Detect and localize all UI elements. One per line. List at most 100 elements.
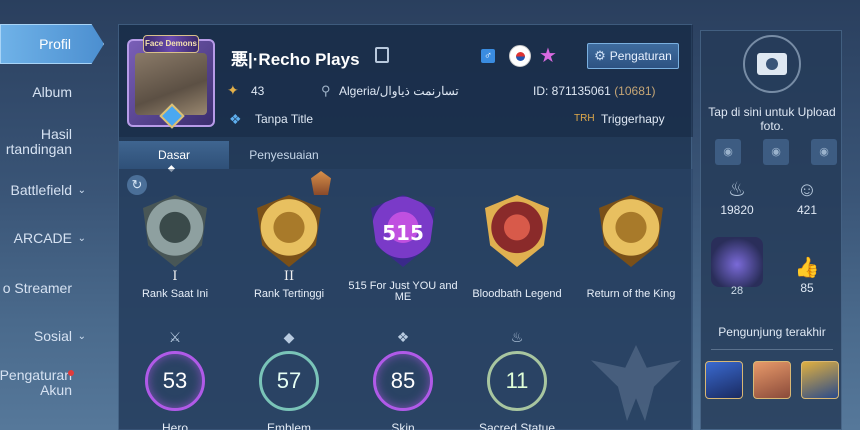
player-location: Algeria/تسارنمت ذياوال bbox=[339, 84, 459, 98]
flag-icon bbox=[509, 45, 531, 67]
sidebar-item-label: Hasil rtandingan bbox=[5, 126, 72, 157]
title-icon: ❖ bbox=[229, 111, 242, 127]
stat-sacred-statue[interactable]: ♨ 11 Sacred Statue bbox=[461, 327, 573, 430]
sidebar-item-hasil-pertandingan[interactable]: Hasil rtandingan bbox=[0, 124, 104, 160]
trh-label: TRH bbox=[574, 113, 595, 124]
settings-button[interactable]: ⚙ Pengaturan bbox=[587, 43, 679, 69]
thumbs-up-icon: 👍 bbox=[794, 257, 820, 279]
camera-icon: ◉ bbox=[723, 146, 733, 158]
star-icon: ★ bbox=[539, 45, 557, 67]
skin-icon: ❖ bbox=[396, 329, 410, 345]
stat-value: 11 bbox=[487, 351, 547, 411]
tab-dasar[interactable]: Dasar bbox=[119, 141, 229, 169]
tab-penyesuaian[interactable]: Penyesuaian bbox=[229, 141, 339, 169]
chevron-down-icon: ⌄ bbox=[77, 232, 86, 244]
rank-tier: II bbox=[283, 269, 295, 284]
stat-label: Sacred Statue bbox=[478, 421, 556, 430]
upload-hint: Tap di sini untuk Upload foto. bbox=[708, 105, 836, 133]
sidebar-item-arcade[interactable]: ARCADE ⌄ bbox=[0, 218, 104, 258]
stat-emblem[interactable]: ◆ 57 Emblem bbox=[233, 327, 345, 430]
copy-icon[interactable] bbox=[375, 47, 389, 63]
rank-emblem-icon bbox=[257, 195, 321, 271]
sidebar-item-label: Profil bbox=[39, 35, 71, 52]
avatar-frame-badge: Face Demons bbox=[143, 35, 199, 53]
chevron-down-icon: ⌄ bbox=[77, 330, 86, 342]
settings-label: Pengaturan bbox=[609, 49, 672, 63]
profile-panel: Face Demons 悪|·Recho Plays ♂ ★ ⚙ Pengatu… bbox=[118, 24, 693, 430]
sidebar-item-profil[interactable]: Profil bbox=[0, 24, 104, 64]
stat-label: Skin bbox=[391, 421, 415, 430]
camera-icon bbox=[757, 53, 787, 75]
followers-icon: ☺ bbox=[796, 179, 818, 201]
upload-photo-area[interactable]: Tap di sini untuk Upload foto. bbox=[701, 31, 843, 135]
sidebar-item-streamer[interactable]: o Streamer bbox=[0, 268, 104, 308]
followers-value: 421 bbox=[796, 203, 818, 217]
rank-indicator-icon bbox=[311, 171, 331, 195]
medal-caption: Bloodbath Legend bbox=[472, 288, 562, 300]
camera-icon: ◉ bbox=[771, 146, 781, 158]
stat-label: Emblem bbox=[266, 421, 311, 430]
visitor-avatar[interactable] bbox=[753, 361, 791, 399]
sidebar-item-sosial[interactable]: Sosial ⌄ bbox=[0, 316, 104, 356]
pet-avatar[interactable] bbox=[711, 237, 763, 287]
popularity-stat[interactable]: ♨ 19820 bbox=[707, 177, 767, 217]
avatar[interactable]: Face Demons bbox=[127, 35, 215, 129]
popularity-value: 19820 bbox=[720, 203, 754, 217]
sidebar-item-album[interactable]: Album bbox=[0, 72, 104, 112]
player-name: 悪|·Recho Plays bbox=[231, 50, 360, 69]
player-zone: (10681) bbox=[614, 84, 656, 98]
recent-visitors-title: Pengunjung terakhir bbox=[718, 325, 826, 339]
camera-icon: ◉ bbox=[819, 146, 829, 158]
photo-slot[interactable]: ◉ bbox=[763, 139, 789, 165]
likes-stat[interactable]: 👍 85 bbox=[777, 255, 837, 295]
medal-515[interactable]: 515 515 For Just YOU and ME bbox=[347, 195, 459, 315]
chevron-down-icon: ⌄ bbox=[77, 184, 86, 196]
medal-bloodbath-legend[interactable]: Bloodbath Legend bbox=[461, 195, 573, 315]
player-title[interactable]: Tanpa Title bbox=[255, 112, 313, 126]
stat-label: Hero bbox=[161, 421, 188, 430]
stat-skin[interactable]: ❖ 85 Skin bbox=[347, 327, 459, 430]
stat-value: 53 bbox=[145, 351, 205, 411]
sidebar-item-label: ARCADE bbox=[13, 229, 72, 246]
rank-tier: I bbox=[172, 269, 178, 284]
visitor-avatar[interactable] bbox=[801, 361, 839, 399]
medal-rank-current[interactable]: I Rank Saat Ini bbox=[119, 195, 231, 315]
event-emblem-icon: 515 bbox=[371, 195, 435, 271]
stat-hero[interactable]: ⚔ 53 Hero bbox=[119, 327, 231, 430]
flame-icon: ♨ bbox=[728, 179, 746, 201]
medal-caption: Rank Tertinggi bbox=[253, 288, 325, 300]
emblem-icon: ◆ bbox=[283, 329, 295, 345]
emblem-badge-text: 515 bbox=[382, 221, 424, 245]
refresh-icon[interactable]: ↻ bbox=[127, 175, 147, 195]
bloodbath-emblem-icon bbox=[485, 195, 549, 271]
male-icon: ♂ bbox=[481, 49, 495, 63]
followers-stat[interactable]: ☺ 421 bbox=[777, 177, 837, 217]
sidebar-item-label: Album bbox=[32, 83, 72, 100]
player-id-value: ID: 871135061 bbox=[533, 84, 611, 98]
camera-ring bbox=[743, 35, 801, 93]
wing-decoration-icon bbox=[591, 345, 681, 421]
medal-return-of-the-king[interactable]: Return of the King bbox=[575, 195, 687, 315]
sidebar-item-label: Battlefield bbox=[10, 181, 72, 198]
visitor-avatar[interactable] bbox=[705, 361, 743, 399]
rank-emblem-icon bbox=[143, 195, 207, 271]
notification-dot bbox=[68, 370, 74, 376]
statue-icon: ♨ bbox=[510, 329, 524, 345]
medal-rank-highest[interactable]: II Rank Tertinggi bbox=[233, 195, 345, 315]
gear-icon: ⚙ bbox=[594, 48, 606, 63]
king-emblem-icon bbox=[599, 195, 663, 271]
hero-icon: ⚔ bbox=[168, 329, 182, 345]
medal-caption: Rank Saat Ini bbox=[141, 288, 209, 300]
photo-slot[interactable]: ◉ bbox=[715, 139, 741, 165]
photo-slot[interactable]: ◉ bbox=[811, 139, 837, 165]
sidebar-item-battlefield[interactable]: Battlefield ⌄ bbox=[0, 170, 104, 210]
side-panel: Tap di sini untuk Upload foto. ◉ ◉ ◉ ♨ 1… bbox=[700, 30, 842, 430]
likes-value: 85 bbox=[800, 281, 814, 295]
trh-name[interactable]: Triggerhapy bbox=[601, 112, 665, 126]
level-icon: ✦ bbox=[227, 82, 239, 98]
sidebar-item-pengaturan-akun[interactable]: Pengaturan Akun bbox=[0, 364, 104, 402]
sidebar-item-label: o Streamer bbox=[2, 279, 72, 296]
sidebar-item-label: Pengaturan Akun bbox=[0, 367, 72, 398]
profile-content: ↻ I Rank Saat Ini II Rank Tertinggi 515 … bbox=[119, 169, 693, 430]
medal-caption: 515 For Just YOU and ME bbox=[348, 280, 458, 303]
